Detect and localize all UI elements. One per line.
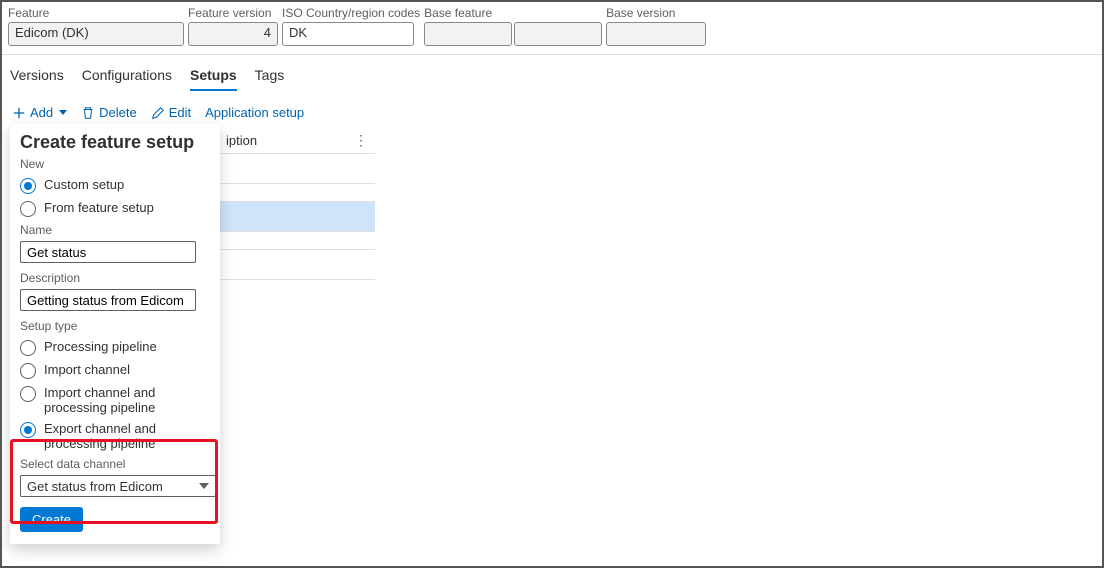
- tab-setups[interactable]: Setups: [190, 67, 237, 91]
- plus-icon: [12, 106, 26, 120]
- add-button[interactable]: Add: [12, 105, 67, 120]
- edit-label: Edit: [169, 105, 191, 120]
- description-label: Description: [20, 271, 210, 285]
- radio-label: Export channel and processing pipeline: [44, 421, 210, 451]
- base-feature-input-2[interactable]: [514, 22, 602, 46]
- name-label: Name: [20, 223, 210, 237]
- base-feature-input-1[interactable]: [424, 22, 512, 46]
- table-row[interactable]: [220, 232, 375, 250]
- more-icon[interactable]: ⋮: [354, 132, 369, 149]
- field-base-feature: Base feature: [424, 6, 602, 46]
- base-version-label: Base version: [606, 6, 706, 20]
- radio-from-feature-setup[interactable]: From feature setup: [20, 200, 210, 217]
- app-setup-button[interactable]: Application setup: [205, 105, 304, 120]
- create-button[interactable]: Create: [20, 507, 83, 532]
- radio-import-and-processing[interactable]: Import channel and processing pipeline: [20, 385, 210, 415]
- radio-icon: [20, 363, 36, 379]
- tabs: Versions Configurations Setups Tags: [2, 55, 1102, 91]
- radio-icon: [20, 340, 36, 356]
- field-feature: Feature Edicom (DK): [8, 6, 184, 46]
- base-version-input[interactable]: [606, 22, 706, 46]
- trash-icon: [81, 106, 95, 120]
- panel-title: Create feature setup: [20, 132, 210, 153]
- table-row[interactable]: [220, 250, 375, 280]
- header-fields: Feature Edicom (DK) Feature version 4 IS…: [2, 2, 1102, 55]
- iso-label: ISO Country/region codes: [282, 6, 420, 20]
- pencil-icon: [151, 106, 165, 120]
- add-label: Add: [30, 105, 53, 120]
- app-setup-label: Application setup: [205, 105, 304, 120]
- tab-versions[interactable]: Versions: [10, 67, 64, 91]
- new-section-label: New: [20, 157, 210, 171]
- radio-icon: [20, 422, 36, 438]
- feature-label: Feature: [8, 6, 184, 20]
- table-row[interactable]: [220, 154, 375, 184]
- radio-icon: [20, 178, 36, 194]
- field-iso: ISO Country/region codes DK: [282, 6, 420, 46]
- radio-label: Import channel and processing pipeline: [44, 385, 210, 415]
- delete-button[interactable]: Delete: [81, 105, 137, 120]
- select-value: Get status from Edicom: [27, 479, 163, 494]
- radio-processing-pipeline[interactable]: Processing pipeline: [20, 339, 210, 356]
- radio-icon: [20, 201, 36, 217]
- radio-label: Custom setup: [44, 177, 124, 192]
- radio-icon: [20, 386, 36, 402]
- create-feature-setup-panel: Create feature setup New Custom setup Fr…: [10, 124, 220, 544]
- edit-button[interactable]: Edit: [151, 105, 191, 120]
- name-input[interactable]: [20, 241, 196, 263]
- select-data-channel-label: Select data channel: [20, 457, 210, 471]
- radio-label: Import channel: [44, 362, 130, 377]
- select-data-channel-dropdown[interactable]: Get status from Edicom: [20, 475, 216, 497]
- setup-table: iption ⋮: [220, 128, 375, 280]
- field-base-version: Base version: [606, 6, 706, 46]
- feature-version-label: Feature version: [188, 6, 278, 20]
- feature-input[interactable]: Edicom (DK): [8, 22, 184, 46]
- setup-type-label: Setup type: [20, 319, 210, 333]
- radio-custom-setup[interactable]: Custom setup: [20, 177, 210, 194]
- col-description-label: iption: [226, 133, 257, 148]
- tab-configurations[interactable]: Configurations: [82, 67, 172, 91]
- field-feature-version: Feature version 4: [188, 6, 278, 46]
- iso-input[interactable]: DK: [282, 22, 414, 46]
- base-feature-label: Base feature: [424, 6, 602, 20]
- radio-label: From feature setup: [44, 200, 154, 215]
- tab-tags[interactable]: Tags: [255, 67, 285, 91]
- radio-import-channel[interactable]: Import channel: [20, 362, 210, 379]
- delete-label: Delete: [99, 105, 137, 120]
- table-header: iption ⋮: [220, 128, 375, 154]
- description-input[interactable]: [20, 289, 196, 311]
- toolbar: Add Delete Edit Application setup: [2, 91, 1102, 126]
- app-window: Feature Edicom (DK) Feature version 4 IS…: [0, 0, 1104, 568]
- chevron-down-icon: [199, 483, 209, 489]
- feature-version-input[interactable]: 4: [188, 22, 278, 46]
- radio-export-and-processing[interactable]: Export channel and processing pipeline: [20, 421, 210, 451]
- radio-label: Processing pipeline: [44, 339, 157, 354]
- table-row[interactable]: [220, 184, 375, 202]
- table-row-selected[interactable]: [220, 202, 375, 232]
